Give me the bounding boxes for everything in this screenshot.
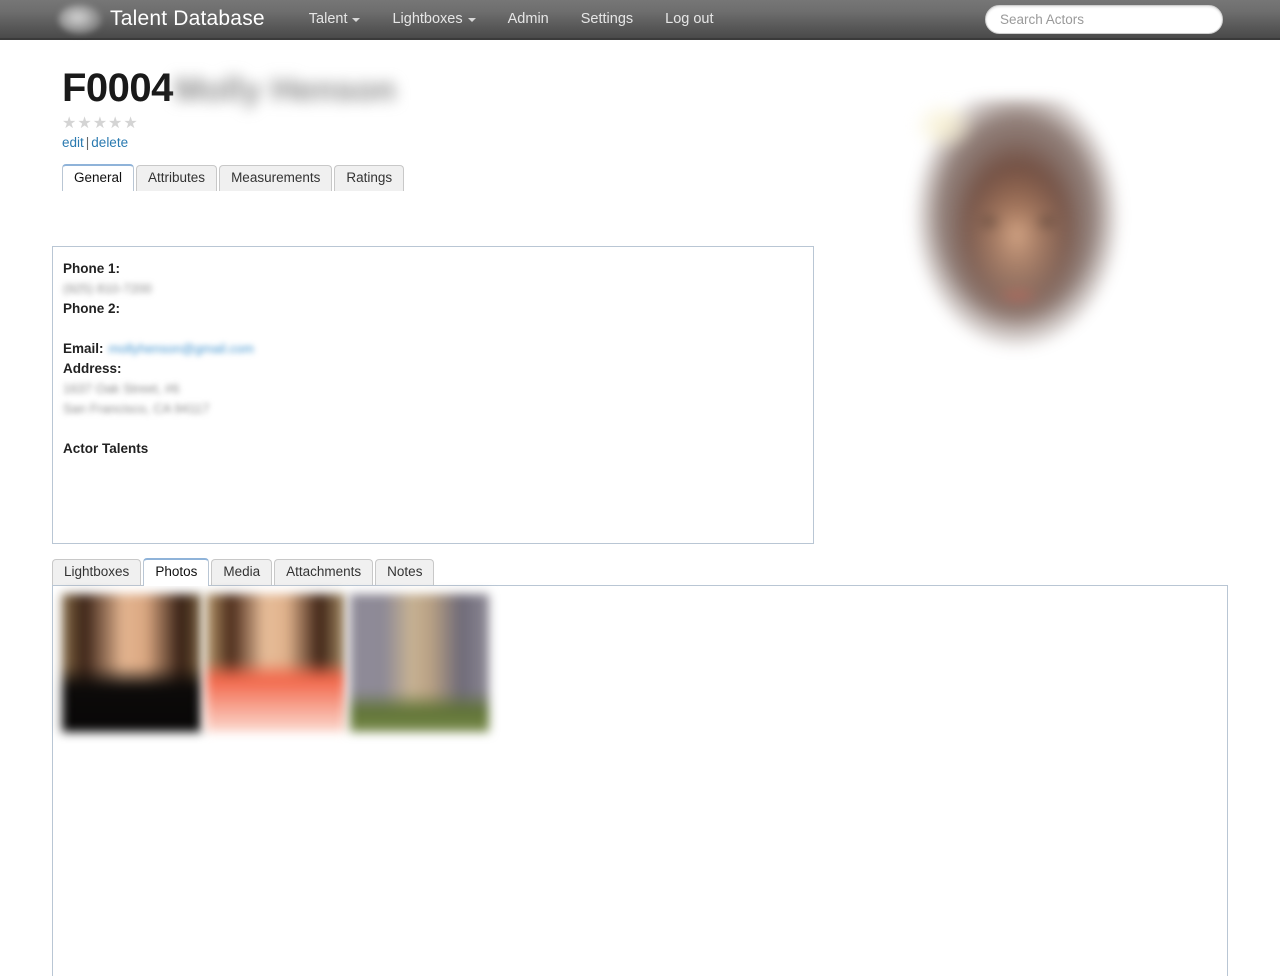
chevron-down-icon bbox=[467, 18, 476, 22]
photo-thumbnail-1[interactable] bbox=[62, 594, 201, 732]
photo-thumbnail-3[interactable] bbox=[350, 594, 489, 732]
general-tab-panel: Phone 1: (925) 810-7200 Phone 2: Email: … bbox=[52, 246, 814, 544]
nav-item-logout[interactable]: Log out bbox=[649, 0, 729, 39]
photo-thumbnail-2[interactable] bbox=[206, 594, 345, 732]
actor-header: F0004 Molly Henson ★ ★ ★ ★ ★ edit | delete… bbox=[62, 62, 405, 192]
star-icon-3[interactable]: ★ bbox=[93, 116, 107, 134]
star-icon-2[interactable]: ★ bbox=[77, 116, 91, 134]
chevron-down-icon bbox=[352, 18, 361, 22]
phone2-value bbox=[63, 319, 813, 339]
delete-link[interactable]: delete bbox=[91, 135, 128, 150]
search-container bbox=[985, 5, 1223, 34]
address-line-2: San Francisco, CA 94117 bbox=[63, 401, 210, 416]
actor-name-redacted: Molly Henson bbox=[174, 71, 396, 109]
star-icon-4[interactable]: ★ bbox=[108, 116, 122, 134]
nav-item-settings[interactable]: Settings bbox=[565, 0, 649, 39]
rating-stars[interactable]: ★ ★ ★ ★ ★ bbox=[62, 116, 404, 134]
tab-ratings[interactable]: Ratings bbox=[334, 165, 405, 191]
search-input[interactable] bbox=[985, 5, 1223, 34]
tab-notes[interactable]: Notes bbox=[375, 559, 435, 585]
tab-measurements[interactable]: Measurements bbox=[219, 165, 333, 191]
actor-actions: edit | delete bbox=[62, 135, 404, 150]
tab-photos[interactable]: Photos bbox=[143, 558, 210, 586]
page-title: F0004 Molly Henson bbox=[62, 62, 404, 114]
top-navbar: Talent Database Talent Lightboxes Admin … bbox=[0, 0, 1280, 40]
address-line-1: 1637 Oak Street, #6 bbox=[63, 381, 180, 396]
portrait-face-shading bbox=[866, 99, 1168, 550]
nav-item-talent[interactable]: Talent bbox=[293, 0, 377, 39]
actor-portrait-image[interactable] bbox=[866, 99, 1168, 550]
nav-item-talent-label: Talent bbox=[308, 11, 348, 27]
photos-tab-panel bbox=[52, 585, 1228, 976]
photo-thumbnail-list bbox=[62, 594, 1227, 732]
secondary-tablist: Lightboxes Photos Media Attachments Note… bbox=[52, 558, 1228, 586]
tab-general[interactable]: General bbox=[62, 164, 135, 192]
tab-lightboxes[interactable]: Lightboxes bbox=[52, 559, 142, 585]
nav-item-admin[interactable]: Admin bbox=[492, 0, 565, 39]
portrait-eyes-shading bbox=[974, 217, 1062, 227]
phone2-label: Phone 2: bbox=[63, 301, 121, 316]
secondary-section: Lightboxes Photos Media Attachments Note… bbox=[52, 558, 1228, 976]
portrait-lips-shading bbox=[994, 289, 1042, 303]
tab-attributes[interactable]: Attributes bbox=[136, 165, 218, 191]
tab-attachments[interactable]: Attachments bbox=[274, 559, 374, 585]
email-label: Email: bbox=[63, 341, 104, 356]
nav-menu: Talent Lightboxes Admin Settings Log out bbox=[293, 0, 730, 39]
actor-code: F0004 bbox=[62, 66, 173, 110]
address-label: Address: bbox=[63, 361, 122, 376]
primary-tablist: General Attributes Measurements Ratings bbox=[62, 164, 405, 192]
star-icon-5[interactable]: ★ bbox=[123, 116, 137, 134]
edit-link[interactable]: edit bbox=[62, 135, 84, 150]
nav-item-lightboxes[interactable]: Lightboxes bbox=[376, 0, 491, 39]
phone1-label: Phone 1: bbox=[63, 261, 121, 276]
brand-title[interactable]: Talent Database bbox=[110, 7, 265, 31]
nav-item-lightboxes-label: Lightboxes bbox=[392, 11, 463, 27]
phone1-value: (925) 810-7200 bbox=[63, 281, 152, 296]
tab-media[interactable]: Media bbox=[211, 559, 273, 585]
email-value-link[interactable]: mollyhenson@gmail.com bbox=[109, 339, 254, 359]
star-icon-1[interactable]: ★ bbox=[62, 116, 76, 134]
email-row: Email: mollyhenson@gmail.com bbox=[63, 339, 813, 359]
actor-talents-heading: Actor Talents bbox=[63, 441, 149, 456]
speech-bubble-logo-icon[interactable] bbox=[58, 4, 102, 34]
